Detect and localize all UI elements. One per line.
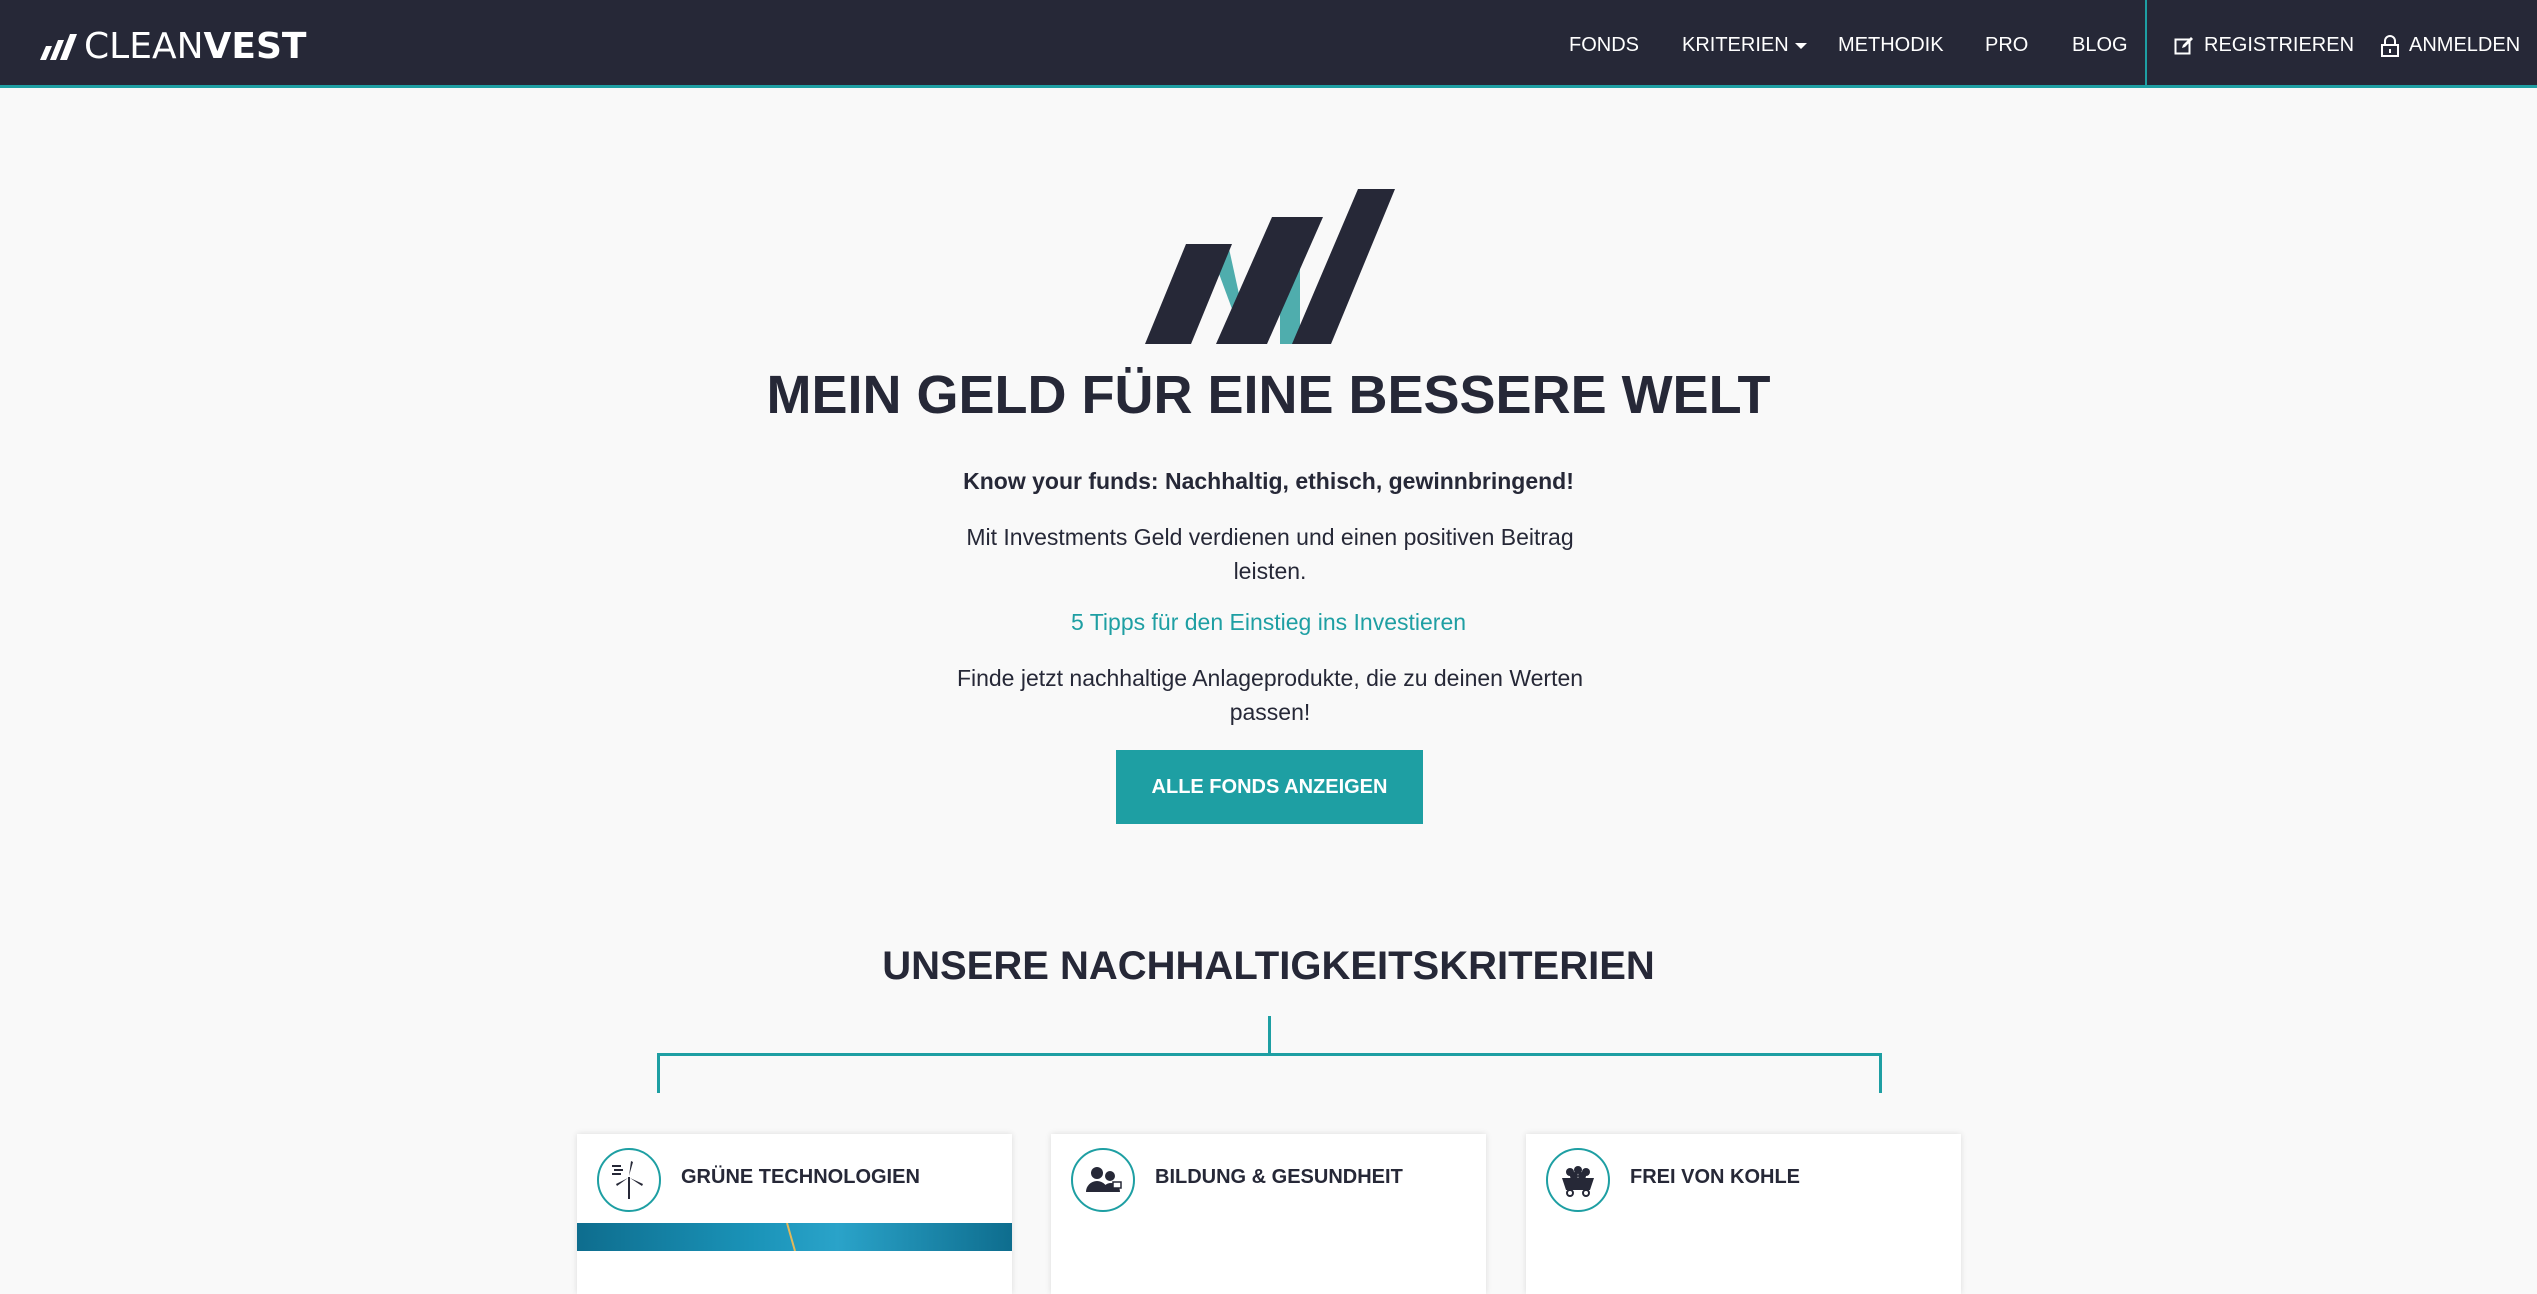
people-icon — [1071, 1148, 1135, 1212]
hero-subtext: Finde jetzt nachhaltige Anlageprodukte, … — [956, 665, 1584, 725]
brand-name-light: CLEAN — [84, 26, 204, 67]
tree-connector-bar — [657, 1053, 1882, 1056]
criteria-card-education-health[interactable]: BILDUNG & GESUNDHEIT — [1051, 1134, 1486, 1294]
card-title: BILDUNG & GESUNDHEIT — [1155, 1166, 1403, 1188]
login-label: ANMELDEN — [2409, 34, 2521, 56]
nav-item-label: FONDS — [1569, 34, 1639, 56]
criteria-card-green-tech[interactable]: GRÜNE TECHNOLOGIEN — [577, 1134, 1012, 1294]
nav-item-label: KRITERIEN — [1682, 34, 1789, 56]
nav-item-label: BLOG — [2072, 34, 2128, 56]
tree-connector-right — [1879, 1053, 1882, 1093]
wind-turbine-icon — [597, 1148, 661, 1212]
tree-connector-left — [657, 1053, 660, 1093]
edit-icon — [2174, 36, 2193, 55]
hero-description: Mit Investments Geld verdienen und einen… — [966, 524, 1574, 584]
brand-name-bold: VEST — [203, 26, 307, 67]
nav-item-blog[interactable]: BLOG — [2072, 29, 2128, 61]
nav-item-kriterien[interactable]: KRITERIEN — [1682, 29, 1807, 61]
hero-tagline: Know your funds: Nachhaltig, ethisch, ge… — [963, 468, 1574, 494]
register-label: REGISTRIEREN — [2204, 34, 2355, 56]
card-title: GRÜNE TECHNOLOGIEN — [681, 1166, 920, 1188]
brand-logo[interactable]: CLEANVEST — [40, 29, 306, 65]
coal-cart-icon — [1546, 1148, 1610, 1212]
brand-name: CLEANVEST — [84, 29, 306, 65]
tree-connector-stem — [1268, 1016, 1271, 1055]
lock-icon — [2381, 34, 2399, 57]
card-title: FREI VON KOHLE — [1630, 1166, 1801, 1188]
logo-bars-icon — [40, 34, 77, 60]
cleanvest-logo-icon — [1145, 189, 1395, 344]
show-all-funds-button[interactable]: ALLE FONDS ANZEIGEN — [1116, 750, 1423, 824]
nav-item-methodik[interactable]: METHODIK — [1838, 29, 1944, 61]
register-link[interactable]: REGISTRIEREN — [2174, 29, 2354, 61]
nav-item-label: PRO — [1985, 34, 2029, 56]
caret-down-icon — [1794, 42, 1807, 49]
nav-item-pro[interactable]: PRO — [1985, 29, 2028, 61]
criteria-section-title: UNSERE NACHHALTIGKEITSKRITERIEN — [882, 944, 1655, 988]
hero-title: MEIN GELD FÜR EINE BESSERE WELT — [766, 365, 1771, 425]
nav-item-fonds[interactable]: FONDS — [1569, 29, 1639, 61]
tips-link[interactable]: 5 Tipps für den Einstieg ins Investieren — [0, 609, 2537, 636]
navbar: CLEANVEST FONDS KRITERIEN METHODIK PRO B… — [0, 0, 2537, 88]
criteria-card-coal-free[interactable]: FREI VON KOHLE — [1526, 1134, 1961, 1294]
nav-divider — [2145, 0, 2147, 88]
login-link[interactable]: ANMELDEN — [2381, 29, 2520, 61]
nav-item-label: METHODIK — [1838, 34, 1944, 56]
green-tech-image — [577, 1223, 1012, 1251]
